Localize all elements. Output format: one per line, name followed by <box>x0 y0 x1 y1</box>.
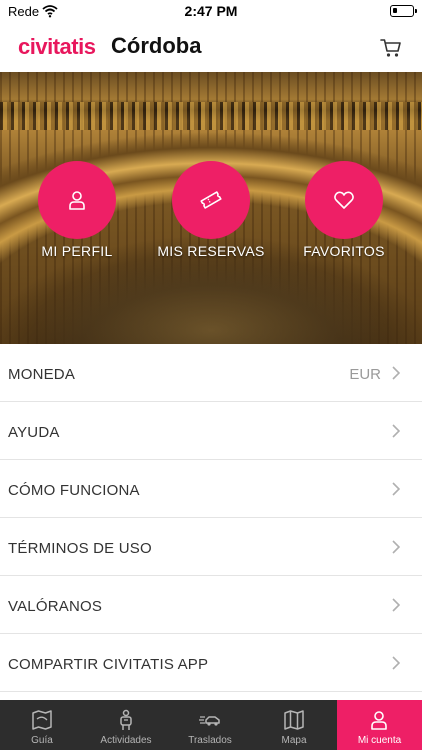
hero-banner: MI PERFIL MIS RESERVAS FAVORITOS <box>0 72 422 344</box>
tab-label: Mi cuenta <box>357 735 402 746</box>
menu-item-label: TÉRMINOS DE USO <box>8 540 152 557</box>
chevron-right-icon <box>392 656 400 670</box>
map-book-icon <box>32 710 52 730</box>
tab-guide[interactable]: Guía <box>0 700 84 750</box>
tab-activities[interactable]: Actividades <box>84 700 168 750</box>
menu-item-currency[interactable]: MONEDA EUR <box>0 344 422 402</box>
menu-item-terms[interactable]: TÉRMINOS DE USO <box>0 518 422 576</box>
tab-map[interactable]: Mapa <box>252 700 336 750</box>
favorites-button[interactable] <box>305 161 383 239</box>
tab-my-account[interactable]: Mi cuenta <box>337 700 422 750</box>
tab-bar: Guía Actividades Traslados Mapa Mi cuent… <box>0 700 422 750</box>
tab-label: Mapa <box>281 735 307 746</box>
brand-logo[interactable]: civitatis <box>18 34 96 60</box>
page-title: Córdoba <box>111 33 202 58</box>
reservations-label: MIS RESERVAS <box>157 243 265 259</box>
tab-transfers[interactable]: Traslados <box>168 700 252 750</box>
menu-item-label: AYUDA <box>8 424 60 441</box>
menu-item-share[interactable]: COMPARTIR CIVITATIS APP <box>0 634 422 692</box>
chevron-right-icon <box>392 482 400 496</box>
menu-item-label: MONEDA <box>8 366 76 383</box>
profile-label: MI PERFIL <box>41 243 113 259</box>
chevron-right-icon <box>392 598 400 612</box>
chevron-right-icon <box>392 366 400 380</box>
menu-item-rate[interactable]: VALÓRANOS <box>0 576 422 634</box>
car-icon <box>199 716 220 726</box>
battery-icon <box>390 5 417 17</box>
favorites-label: FAVORITOS <box>303 243 385 259</box>
account-menu: MONEDA EUR AYUDA CÓMO FUNCIONA TÉRMINOS … <box>0 344 422 692</box>
hiker-icon <box>120 709 132 730</box>
currency-value: EUR <box>349 366 381 383</box>
tab-label: Guía <box>31 735 53 746</box>
heart-icon <box>334 191 354 209</box>
user-icon <box>69 191 85 210</box>
profile-button[interactable] <box>38 161 116 239</box>
status-bar: Rede 2:47 PM <box>0 0 422 24</box>
app-header: civitatis Córdoba <box>0 24 422 72</box>
user-icon <box>371 711 387 730</box>
chevron-right-icon <box>392 540 400 554</box>
ticket-icon <box>200 191 222 209</box>
menu-item-label: COMPARTIR CIVITATIS APP <box>8 656 209 673</box>
chevron-right-icon <box>392 424 400 438</box>
menu-item-label: VALÓRANOS <box>8 598 103 615</box>
menu-item-label: CÓMO FUNCIONA <box>8 482 140 499</box>
tab-label: Actividades <box>100 735 152 746</box>
status-time: 2:47 PM <box>184 3 238 19</box>
menu-item-how-it-works[interactable]: CÓMO FUNCIONA <box>0 460 422 518</box>
reservations-button[interactable] <box>172 161 250 239</box>
menu-item-help[interactable]: AYUDA <box>0 402 422 460</box>
map-icon <box>284 710 304 730</box>
cart-icon[interactable] <box>380 37 402 59</box>
tab-label: Traslados <box>188 735 232 746</box>
